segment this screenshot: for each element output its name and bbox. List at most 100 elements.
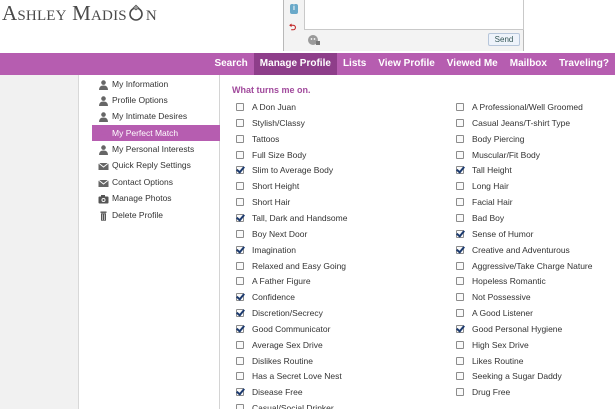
chat-message-input[interactable] [304, 0, 524, 30]
checked-checkbox[interactable] [456, 324, 464, 333]
preference-option[interactable]: Tall Height [456, 163, 615, 177]
preference-option[interactable]: Imagination [236, 243, 416, 257]
checked-checkbox[interactable] [236, 293, 244, 302]
preference-option[interactable]: Creative and Adventurous [456, 243, 615, 257]
preference-option[interactable]: Body Piercing [456, 132, 615, 146]
checkbox[interactable] [456, 372, 464, 381]
sidebar-item-profile-options[interactable]: Profile Options [92, 92, 220, 108]
checkbox[interactable] [456, 277, 464, 286]
nav-item-lists[interactable]: Lists [337, 53, 372, 75]
checked-checkbox[interactable] [456, 229, 464, 238]
preference-option[interactable]: Good Personal Hygiene [456, 322, 615, 336]
preference-option[interactable]: Facial Hair [456, 195, 615, 209]
nav-item-search[interactable]: Search [208, 53, 253, 75]
checkbox[interactable] [236, 103, 244, 111]
preference-option[interactable]: Full Size Body [236, 148, 416, 162]
preference-option[interactable]: Hopeless Romantic [456, 274, 615, 288]
checked-checkbox[interactable] [236, 213, 244, 222]
preference-option[interactable]: Short Height [236, 179, 416, 193]
preference-option[interactable]: A Professional/Well Groomed [456, 100, 615, 114]
checkbox[interactable] [236, 229, 244, 238]
nav-item-view-profile[interactable]: View Profile [372, 53, 441, 75]
checkbox[interactable] [236, 150, 244, 159]
preference-option[interactable]: Bad Boy [456, 211, 615, 225]
sidebar-item-quick-reply-settings[interactable]: Quick Reply Settings [92, 157, 220, 173]
checkbox[interactable] [456, 388, 464, 397]
logo[interactable]: Ashley Madis n [2, 0, 157, 26]
preference-option[interactable]: Short Hair [236, 195, 416, 209]
checkbox[interactable] [236, 198, 244, 207]
preference-option[interactable]: Dislikes Routine [236, 354, 416, 368]
checkbox[interactable] [456, 293, 464, 302]
checkbox[interactable] [456, 356, 464, 365]
preference-option[interactable]: Discretion/Secrecy [236, 306, 416, 320]
sidebar-item-my-personal-interests[interactable]: My Personal Interests [92, 141, 220, 157]
checkbox[interactable] [236, 182, 244, 191]
preference-option[interactable]: A Good Listener [456, 306, 615, 320]
send-button[interactable]: Send [488, 33, 520, 46]
preference-option[interactable]: Not Possessive [456, 290, 615, 304]
key-icon[interactable]: ⮌ [289, 20, 296, 36]
sidebar-item-manage-photos[interactable]: Manage Photos [92, 190, 220, 206]
preference-option[interactable]: Aggressive/Take Charge Nature [456, 259, 615, 273]
preference-option[interactable]: Likes Routine [456, 354, 615, 368]
preference-option[interactable]: Good Communicator [236, 322, 416, 336]
sidebar-item-my-perfect-match[interactable]: My Perfect Match [92, 125, 220, 141]
checked-checkbox[interactable] [456, 245, 464, 254]
checkbox[interactable] [456, 213, 464, 222]
preference-option[interactable]: Has a Secret Love Nest [236, 369, 416, 383]
checkbox[interactable] [236, 277, 244, 286]
checkbox[interactable] [456, 309, 464, 318]
nav-item-viewed-me[interactable]: Viewed Me [441, 53, 504, 75]
checkbox[interactable] [456, 340, 464, 349]
checked-checkbox[interactable] [236, 309, 244, 318]
sidebar-item-delete-profile[interactable]: Delete Profile [92, 207, 220, 223]
checkbox[interactable] [456, 182, 464, 191]
preference-option[interactable]: A Don Juan [236, 100, 416, 114]
sidebar-item-my-intimate-desires[interactable]: My Intimate Desires [92, 108, 220, 124]
preference-option[interactable]: Seeking a Sugar Daddy [456, 369, 615, 383]
sidebar-item-my-information[interactable]: My Information [92, 76, 220, 92]
nav-item-traveling[interactable]: Traveling? [553, 53, 615, 75]
preference-option[interactable]: Boy Next Door [236, 227, 416, 241]
preference-option[interactable]: Average Sex Drive [236, 338, 416, 352]
checkbox[interactable] [456, 118, 464, 127]
checked-checkbox[interactable] [236, 324, 244, 333]
preference-option[interactable]: Drug Free [456, 385, 615, 399]
nav-item-manage-profile[interactable]: Manage Profile [253, 53, 337, 75]
checked-checkbox[interactable] [236, 245, 244, 254]
checkbox[interactable] [236, 372, 244, 381]
preference-option[interactable]: Casual/Social Drinker [236, 401, 416, 409]
preference-option[interactable]: Sense of Humor [456, 227, 615, 241]
preference-option[interactable]: Relaxed and Easy Going [236, 259, 416, 273]
checkbox[interactable] [236, 356, 244, 365]
checkbox[interactable] [456, 134, 464, 143]
emoticon-icon[interactable] [307, 34, 321, 46]
preference-option[interactable]: Stylish/Classy [236, 116, 416, 130]
checked-checkbox[interactable] [456, 166, 464, 175]
preference-option[interactable]: Disease Free [236, 385, 416, 399]
preference-option[interactable]: Long Hair [456, 179, 615, 193]
preference-option[interactable]: Tattoos [236, 132, 416, 146]
preference-option[interactable]: A Father Figure [236, 274, 416, 288]
sidebar-item-contact-options[interactable]: Contact Options [92, 174, 220, 190]
checkbox[interactable] [236, 261, 244, 270]
checkbox[interactable] [456, 150, 464, 159]
checkbox[interactable] [236, 404, 244, 409]
preference-option[interactable]: Slim to Average Body [236, 163, 416, 177]
checkbox[interactable] [456, 103, 464, 111]
info-icon[interactable]: i [290, 4, 298, 14]
checkbox[interactable] [236, 118, 244, 127]
preference-option[interactable]: Confidence [236, 290, 416, 304]
preference-option[interactable]: Tall, Dark and Handsome [236, 211, 416, 225]
checkbox[interactable] [236, 340, 244, 349]
checkbox[interactable] [236, 134, 244, 143]
preference-option[interactable]: High Sex Drive [456, 338, 615, 352]
checked-checkbox[interactable] [236, 166, 244, 175]
nav-item-mailbox[interactable]: Mailbox [504, 53, 553, 75]
checkbox[interactable] [456, 261, 464, 270]
preference-option[interactable]: Casual Jeans/T-shirt Type [456, 116, 615, 130]
preference-option[interactable]: Muscular/Fit Body [456, 148, 615, 162]
checkbox[interactable] [456, 198, 464, 207]
checked-checkbox[interactable] [236, 388, 244, 397]
